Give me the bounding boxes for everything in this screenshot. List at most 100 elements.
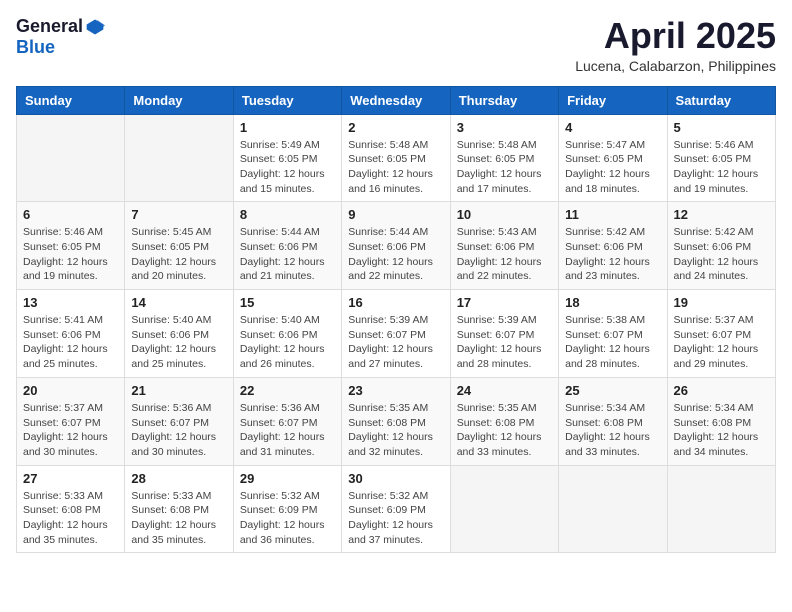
calendar-week-row: 1 Sunrise: 5:49 AM Sunset: 6:05 PM Daylig… <box>17 114 776 202</box>
calendar-cell: 20 Sunrise: 5:37 AM Sunset: 6:07 PM Dayli… <box>17 377 125 465</box>
day-number: 12 <box>674 207 769 222</box>
calendar-cell: 13Sunrise: 5:41 AM Sunset: 6:06 PM Dayli… <box>17 290 125 378</box>
calendar-cell: 14 Sunrise: 5:40 AM Sunset: 6:06 PM Dayli… <box>125 290 233 378</box>
calendar-cell: 9 Sunrise: 5:44 AM Sunset: 6:06 PM Daylig… <box>342 202 450 290</box>
calendar-cell: 18 Sunrise: 5:38 AM Sunset: 6:07 PM Dayli… <box>559 290 667 378</box>
day-number: 17 <box>457 295 552 310</box>
day-number: 26 <box>674 383 769 398</box>
logo-blue: Blue <box>16 37 55 58</box>
day-info: Sunrise: 5:40 AM Sunset: 6:06 PM Dayligh… <box>131 313 226 372</box>
day-number: 10 <box>457 207 552 222</box>
day-info: Sunrise: 5:37 AM Sunset: 6:07 PM Dayligh… <box>674 313 769 372</box>
day-info: Sunrise: 5:46 AM Sunset: 6:05 PM Dayligh… <box>23 225 118 284</box>
day-number: 4 <box>565 120 660 135</box>
day-info: Sunrise: 5:48 AM Sunset: 6:05 PM Dayligh… <box>457 138 552 197</box>
day-info: Sunrise: 5:36 AM Sunset: 6:07 PM Dayligh… <box>131 401 226 460</box>
day-number: 8 <box>240 207 335 222</box>
weekday-header: Friday <box>559 86 667 114</box>
calendar-cell: 28 Sunrise: 5:33 AM Sunset: 6:08 PM Dayli… <box>125 465 233 553</box>
day-info: Sunrise: 5:41 AM Sunset: 6:06 PM Dayligh… <box>23 313 118 372</box>
calendar-cell: 8 Sunrise: 5:44 AM Sunset: 6:06 PM Daylig… <box>233 202 341 290</box>
calendar-cell: 4 Sunrise: 5:47 AM Sunset: 6:05 PM Daylig… <box>559 114 667 202</box>
logo: General Blue <box>16 16 105 58</box>
calendar-cell: 17Sunrise: 5:39 AM Sunset: 6:07 PM Dayli… <box>450 290 558 378</box>
calendar-cell: 30Sunrise: 5:32 AM Sunset: 6:09 PM Dayli… <box>342 465 450 553</box>
calendar-cell: 3 Sunrise: 5:48 AM Sunset: 6:05 PM Daylig… <box>450 114 558 202</box>
day-number: 15 <box>240 295 335 310</box>
day-number: 1 <box>240 120 335 135</box>
day-info: Sunrise: 5:38 AM Sunset: 6:07 PM Dayligh… <box>565 313 660 372</box>
calendar-cell: 5Sunrise: 5:46 AM Sunset: 6:05 PM Daylig… <box>667 114 775 202</box>
calendar-week-row: 27 Sunrise: 5:33 AM Sunset: 6:08 PM Dayli… <box>17 465 776 553</box>
weekday-header: Sunday <box>17 86 125 114</box>
day-info: Sunrise: 5:42 AM Sunset: 6:06 PM Dayligh… <box>565 225 660 284</box>
page-header: General Blue April 2025 Lucena, Calabarz… <box>16 16 776 74</box>
calendar-cell: 25Sunrise: 5:34 AM Sunset: 6:08 PM Dayli… <box>559 377 667 465</box>
calendar-cell <box>667 465 775 553</box>
calendar-cell: 23 Sunrise: 5:35 AM Sunset: 6:08 PM Dayli… <box>342 377 450 465</box>
calendar-cell: 10 Sunrise: 5:43 AM Sunset: 6:06 PM Dayli… <box>450 202 558 290</box>
title-block: April 2025 Lucena, Calabarzon, Philippin… <box>575 16 776 74</box>
day-number: 5 <box>674 120 769 135</box>
calendar-week-row: 6 Sunrise: 5:46 AM Sunset: 6:05 PM Daylig… <box>17 202 776 290</box>
day-info: Sunrise: 5:33 AM Sunset: 6:08 PM Dayligh… <box>23 489 118 548</box>
day-number: 11 <box>565 207 660 222</box>
day-number: 3 <box>457 120 552 135</box>
day-info: Sunrise: 5:36 AM Sunset: 6:07 PM Dayligh… <box>240 401 335 460</box>
calendar-cell: 12Sunrise: 5:42 AM Sunset: 6:06 PM Dayli… <box>667 202 775 290</box>
day-number: 9 <box>348 207 443 222</box>
calendar-cell: 21 Sunrise: 5:36 AM Sunset: 6:07 PM Dayli… <box>125 377 233 465</box>
calendar-cell: 11 Sunrise: 5:42 AM Sunset: 6:06 PM Dayli… <box>559 202 667 290</box>
day-number: 7 <box>131 207 226 222</box>
day-info: Sunrise: 5:39 AM Sunset: 6:07 PM Dayligh… <box>348 313 443 372</box>
day-number: 18 <box>565 295 660 310</box>
calendar-cell: 7 Sunrise: 5:45 AM Sunset: 6:05 PM Daylig… <box>125 202 233 290</box>
calendar-cell: 19 Sunrise: 5:37 AM Sunset: 6:07 PM Dayli… <box>667 290 775 378</box>
calendar-cell: 6 Sunrise: 5:46 AM Sunset: 6:05 PM Daylig… <box>17 202 125 290</box>
day-number: 30 <box>348 471 443 486</box>
calendar-cell <box>125 114 233 202</box>
day-info: Sunrise: 5:34 AM Sunset: 6:08 PM Dayligh… <box>674 401 769 460</box>
day-number: 16 <box>348 295 443 310</box>
calendar-cell <box>17 114 125 202</box>
day-info: Sunrise: 5:43 AM Sunset: 6:06 PM Dayligh… <box>457 225 552 284</box>
day-number: 20 <box>23 383 118 398</box>
day-number: 14 <box>131 295 226 310</box>
calendar-cell <box>450 465 558 553</box>
day-number: 24 <box>457 383 552 398</box>
month-title: April 2025 <box>575 16 776 56</box>
day-info: Sunrise: 5:33 AM Sunset: 6:08 PM Dayligh… <box>131 489 226 548</box>
day-info: Sunrise: 5:32 AM Sunset: 6:09 PM Dayligh… <box>240 489 335 548</box>
calendar-cell <box>559 465 667 553</box>
day-number: 29 <box>240 471 335 486</box>
day-number: 28 <box>131 471 226 486</box>
calendar-cell: 2Sunrise: 5:48 AM Sunset: 6:05 PM Daylig… <box>342 114 450 202</box>
day-number: 6 <box>23 207 118 222</box>
day-info: Sunrise: 5:47 AM Sunset: 6:05 PM Dayligh… <box>565 138 660 197</box>
day-number: 22 <box>240 383 335 398</box>
location: Lucena, Calabarzon, Philippines <box>575 58 776 74</box>
weekday-header: Saturday <box>667 86 775 114</box>
calendar-cell: 29 Sunrise: 5:32 AM Sunset: 6:09 PM Dayli… <box>233 465 341 553</box>
day-info: Sunrise: 5:45 AM Sunset: 6:05 PM Dayligh… <box>131 225 226 284</box>
day-number: 21 <box>131 383 226 398</box>
day-info: Sunrise: 5:35 AM Sunset: 6:08 PM Dayligh… <box>348 401 443 460</box>
day-number: 2 <box>348 120 443 135</box>
calendar-cell: 24Sunrise: 5:35 AM Sunset: 6:08 PM Dayli… <box>450 377 558 465</box>
calendar-cell: 15Sunrise: 5:40 AM Sunset: 6:06 PM Dayli… <box>233 290 341 378</box>
day-number: 23 <box>348 383 443 398</box>
calendar-cell: 22 Sunrise: 5:36 AM Sunset: 6:07 PM Dayli… <box>233 377 341 465</box>
calendar-week-row: 20 Sunrise: 5:37 AM Sunset: 6:07 PM Dayli… <box>17 377 776 465</box>
day-number: 27 <box>23 471 118 486</box>
calendar-cell: 1 Sunrise: 5:49 AM Sunset: 6:05 PM Daylig… <box>233 114 341 202</box>
day-info: Sunrise: 5:49 AM Sunset: 6:05 PM Dayligh… <box>240 138 335 197</box>
day-number: 25 <box>565 383 660 398</box>
day-info: Sunrise: 5:44 AM Sunset: 6:06 PM Dayligh… <box>348 225 443 284</box>
calendar: SundayMondayTuesdayWednesdayThursdayFrid… <box>16 86 776 554</box>
day-info: Sunrise: 5:44 AM Sunset: 6:06 PM Dayligh… <box>240 225 335 284</box>
calendar-week-row: 13Sunrise: 5:41 AM Sunset: 6:06 PM Dayli… <box>17 290 776 378</box>
day-info: Sunrise: 5:37 AM Sunset: 6:07 PM Dayligh… <box>23 401 118 460</box>
weekday-header: Tuesday <box>233 86 341 114</box>
day-number: 19 <box>674 295 769 310</box>
weekday-header: Thursday <box>450 86 558 114</box>
